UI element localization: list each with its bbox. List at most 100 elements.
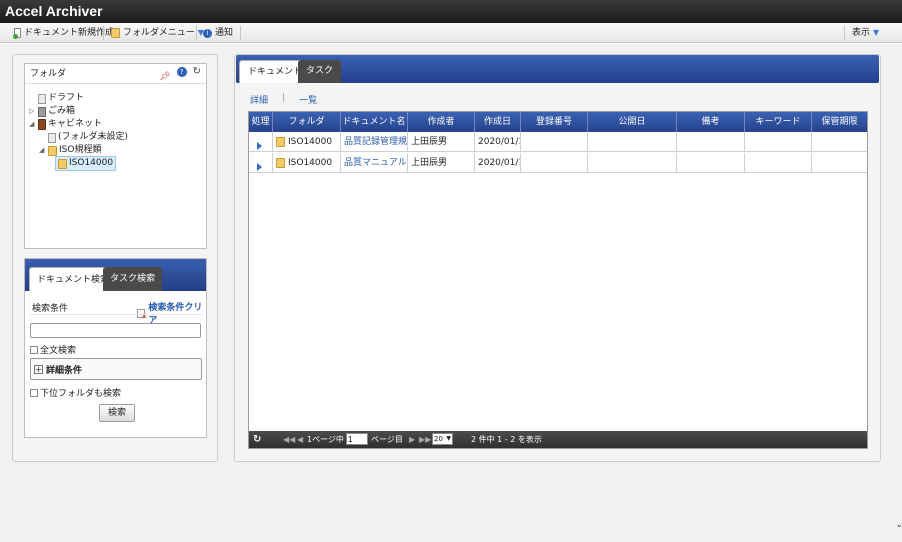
next-page-icon[interactable]: ▶ [409,431,415,448]
collapse-icon[interactable]: ◢ [29,118,36,131]
expand-row-icon[interactable] [257,163,262,171]
search-button[interactable]: 検索 [99,404,136,422]
detail-conditions-toggle[interactable]: + 詳細条件 [30,358,202,380]
table-row[interactable]: ISO14000 品質記録管理規程 上田辰男 2020/01/17 [249,132,867,152]
divider [30,314,202,315]
view-detail-link[interactable]: 詳細 [250,93,268,106]
expand-row-icon[interactable] [257,142,262,150]
folder-tree-panel: フォルダ 📌︎ ? ↻ ドラフト ▷ ごみ箱 ◢ キャビネット (フォルダ未設定… [24,63,207,249]
collapse-icon[interactable]: ◢ [39,144,46,157]
folder-menu-button[interactable]: フォルダメニュー ▼ [111,23,204,43]
folder-menu-label: フォルダメニュー [123,28,195,38]
cell-publish-date [588,153,677,173]
fulltext-label: 全文検索 [40,346,77,356]
column-header[interactable]: 公開日 [588,112,677,132]
prev-page-icon[interactable]: ◀ [297,431,303,448]
clear-icon: ✕ [137,308,147,321]
pin-icon[interactable]: 📌︎ [159,67,170,87]
column-header[interactable]: 作成日 [475,112,521,132]
first-page-icon[interactable]: ◀◀ [283,431,295,448]
column-header[interactable]: 備考 [677,112,745,132]
row-action[interactable] [249,153,273,173]
new-document-label: ドキュメント新規作成 [24,28,115,38]
info-icon: i [203,28,212,38]
tree-node-label: ドラフト [48,93,85,103]
cell-reg-no [521,153,588,173]
expand-icon[interactable]: ▷ [29,105,36,118]
cell-author: 上田辰男 [408,132,475,152]
cabinet-icon [38,119,46,130]
checkbox[interactable] [30,388,38,397]
new-document-button[interactable]: ドキュメント新規作成 [13,23,115,43]
app-title: Accel Archiver [5,3,103,19]
app-title-bar: Accel Archiver [0,0,902,23]
scrollbar[interactable]: ⌄ [895,44,902,542]
selected-tree-node[interactable]: ISO14000 [55,156,117,171]
grid-header: 処理 フォルダ ドキュメント名 作成者 作成日 登録番号 公開日 備考 キーワー… [249,112,867,132]
column-header[interactable]: 登録番号 [521,112,588,132]
column-header[interactable]: 作成者 [408,112,475,132]
cell-text: ISO14000 [288,137,333,147]
cell-document-name[interactable]: 品質記録管理規程 [341,132,408,152]
fulltext-checkbox[interactable]: 全文検索 [30,343,76,356]
folder-panel-title: フォルダ [30,69,67,79]
tab-tasks[interactable]: タスク [298,60,342,83]
cell-date: 2020/01/17 [475,153,521,173]
help-icon[interactable]: ? [176,67,187,77]
cell-author: 上田辰男 [408,153,475,173]
row-action[interactable] [249,132,273,152]
column-header[interactable]: ドキュメント名 [341,112,408,132]
cell-reg-no [521,132,588,152]
toolbar-divider [103,26,104,40]
page-size-value: 20 [434,435,443,443]
table-row[interactable]: ISO14000 品質マニュアル 上田辰男 2020/01/17 [249,153,867,173]
refresh-icon[interactable]: ↻ [253,431,261,448]
folder-icon [58,158,67,169]
tree-node-label: ISO14000 [69,158,114,168]
folder-icon [111,28,120,38]
view-list-link[interactable]: 一覧 [299,93,317,106]
tree-node-cabinet[interactable]: ◢ キャビネット [29,118,102,131]
search-tabs: ドキュメント検索 タスク検索 [25,259,206,291]
search-input[interactable] [30,323,201,338]
folder-panel-header: フォルダ 📌︎ ? ↻ [25,64,206,84]
main-toolbar: ドキュメント新規作成 フォルダメニュー ▼ i 通知 表示 ▼ [0,23,902,43]
last-page-icon[interactable]: ▶▶ [419,431,431,448]
page-number-input[interactable] [346,433,368,445]
view-menu-button[interactable]: 表示 ▼ [852,23,879,43]
cell-note [677,132,745,152]
subfolder-checkbox[interactable]: 下位フォルダも検索 [30,386,121,399]
plus-icon: + [34,364,43,374]
draft-icon [38,93,46,104]
trash-icon [38,106,46,117]
notification-label: 通知 [215,28,234,38]
chevron-down-icon: ⌄ [895,520,902,530]
document-grid: 処理 フォルダ ドキュメント名 作成者 作成日 登録番号 公開日 備考 キーワー… [248,111,868,449]
folder-icon [276,137,285,147]
cell-document-name[interactable]: 品質マニュアル [341,153,408,173]
tree-node-draft[interactable]: ドラフト [29,92,84,105]
tab-label: ドキュメント [248,67,303,77]
checkbox[interactable] [30,345,38,354]
notification-button[interactable]: i 通知 [203,23,233,43]
column-header[interactable]: 処理 [249,112,273,132]
column-header[interactable]: キーワード [745,112,812,132]
toolbar-divider [196,26,197,40]
tree-node-unassigned[interactable]: (フォルダ未設定) [39,131,128,144]
column-header[interactable]: 保管期限 [812,112,867,132]
new-document-icon [13,28,21,39]
tab-task-search[interactable]: タスク検索 [103,267,163,291]
cell-text: ISO14000 [288,158,333,168]
cell-retention [812,132,867,152]
folder-unassigned-icon [48,132,56,143]
cell-folder: ISO14000 [273,153,341,173]
tree-node-iso14000[interactable]: ISO14000 [55,156,117,171]
tree-node-trash[interactable]: ▷ ごみ箱 [29,105,75,118]
column-header[interactable]: フォルダ [273,112,341,132]
page-size-select[interactable]: 20 ▼ [432,433,453,445]
cell-folder: ISO14000 [273,132,341,152]
refresh-icon[interactable]: ↻ [193,67,201,87]
view-switcher: 詳細 | 一覧 [250,93,317,106]
cell-keyword [745,132,812,152]
view-separator: | [282,93,286,103]
